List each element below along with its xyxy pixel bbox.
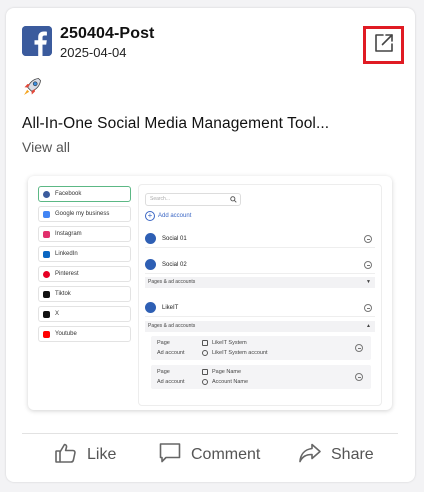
network-label: Facebook <box>55 191 82 197</box>
account-name: Social 02 <box>162 261 187 268</box>
account-panel: Search... + Add account Social 01 Social… <box>138 184 382 406</box>
network-label: Google my business <box>55 211 110 217</box>
search-placeholder: Search... <box>150 196 171 202</box>
plus-icon: + <box>145 211 155 221</box>
minus-circle-icon <box>364 235 372 243</box>
page-account-block: Page LikeIT System Ad account LikeIT Sys… <box>151 336 371 360</box>
network-label: Instagram <box>55 231 82 237</box>
comment-button[interactable]: Comment <box>158 441 261 470</box>
network-item-x: X <box>38 306 131 322</box>
minus-circle-icon <box>355 373 363 381</box>
network-item-facebook: Facebook <box>38 186 131 202</box>
page-value: Page Name <box>212 369 242 375</box>
pinterest-icon <box>43 270 50 278</box>
account-icon <box>202 379 208 385</box>
tiktok-icon <box>43 290 50 298</box>
facebook-icon <box>145 302 156 313</box>
account-row: Social 01 <box>145 230 375 248</box>
network-item-google-my-business: Google my business <box>38 206 131 222</box>
preview-search-input: Search... <box>145 193 241 206</box>
share-icon <box>298 441 331 470</box>
page-row: Page LikeIT System <box>157 340 247 346</box>
account-icon <box>202 350 208 356</box>
network-item-tiktok: Tiktok <box>38 286 131 302</box>
page-account-block: Page Page Name Ad account Account Name <box>151 365 371 389</box>
facebook-icon <box>22 26 52 56</box>
comment-label: Comment <box>191 446 261 463</box>
post-card: 250404-Post 2025-04-04 All-In-One Social… <box>6 8 415 482</box>
pages-accounts-bar: Pages & ad accounts ▲ <box>145 321 375 332</box>
page-key: Page <box>157 340 170 346</box>
facebook-icon <box>145 259 156 270</box>
youtube-icon <box>43 330 50 338</box>
google-my-business-icon <box>43 210 50 218</box>
pages-label: Pages & ad accounts <box>148 279 196 285</box>
add-account-button: + Add account <box>145 211 191 221</box>
post-title: 250404-Post <box>60 25 155 42</box>
caret-down-icon: ▼ <box>366 279 371 285</box>
search-icon <box>230 196 237 208</box>
external-link-icon <box>373 32 395 59</box>
minus-circle-icon <box>364 261 372 269</box>
network-item-youtube: Youtube <box>38 326 131 342</box>
rocket-icon <box>21 76 43 98</box>
open-external-button[interactable] <box>363 26 404 64</box>
ad-account-row: Ad account Account Name <box>157 379 248 385</box>
network-label: X <box>55 311 60 317</box>
like-button[interactable]: Like <box>54 443 116 467</box>
network-label: Tiktok <box>55 291 71 297</box>
caret-up-icon: ▲ <box>366 323 371 329</box>
minus-circle-icon <box>364 304 372 312</box>
ad-value: Account Name <box>212 379 249 385</box>
post-text: All-In-One Social Media Management Tool.… <box>22 115 330 132</box>
page-value: LikeIT System <box>212 340 247 346</box>
ad-account-row: Ad account LikeIT System account <box>157 350 268 356</box>
facebook-icon <box>43 190 50 198</box>
network-item-pinterest: Pinterest <box>38 266 131 282</box>
account-name: LikeIT <box>162 304 179 311</box>
like-label: Like <box>87 446 117 463</box>
minus-circle-icon <box>355 344 363 352</box>
account-row: LikeIT <box>145 299 375 317</box>
network-list: Facebook Google my business Instagram Li… <box>38 186 131 346</box>
post-date: 2025-04-04 <box>60 45 127 60</box>
share-button[interactable]: Share <box>298 443 374 467</box>
ad-value: LikeIT System account <box>212 350 268 356</box>
view-all-link[interactable]: View all <box>22 139 70 155</box>
linkedin-icon <box>43 250 50 258</box>
ad-key: Ad account <box>157 350 185 356</box>
network-label: LinkedIn <box>55 251 78 257</box>
network-item-instagram: Instagram <box>38 226 131 242</box>
network-label: Pinterest <box>55 271 79 277</box>
network-label: Youtube <box>55 331 77 337</box>
divider <box>22 433 398 434</box>
page-row: Page Page Name <box>157 369 241 375</box>
instagram-icon <box>43 230 50 238</box>
share-label: Share <box>331 446 374 463</box>
account-name: Social 01 <box>162 235 187 242</box>
pages-label: Pages & ad accounts <box>148 323 196 329</box>
flag-icon <box>202 369 208 375</box>
account-row: Social 02 <box>145 256 375 274</box>
ad-key: Ad account <box>157 379 185 385</box>
x-icon <box>43 310 50 318</box>
post-image[interactable]: Facebook Google my business Instagram Li… <box>28 176 392 410</box>
thumbs-up-icon <box>54 441 87 470</box>
network-item-linkedin: LinkedIn <box>38 246 131 262</box>
flag-icon <box>202 340 208 346</box>
facebook-icon <box>145 233 156 244</box>
pages-accounts-bar: Pages & ad accounts ▼ <box>145 277 375 288</box>
comment-icon <box>158 441 191 470</box>
page-key: Page <box>157 369 170 375</box>
add-account-label: Add account <box>158 213 192 219</box>
